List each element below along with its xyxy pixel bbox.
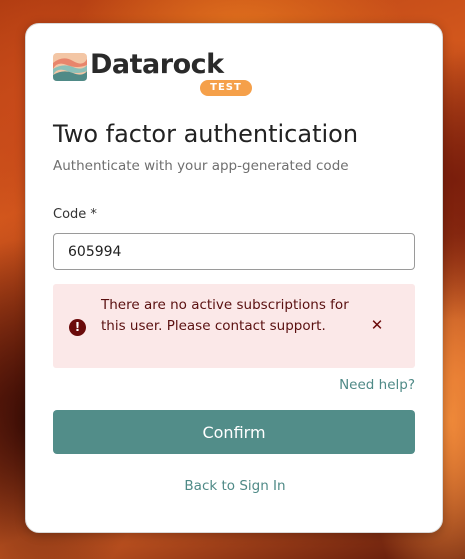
login-card: Datarock TEST Two factor authentication …: [25, 23, 443, 533]
code-input[interactable]: [53, 233, 415, 270]
confirm-button[interactable]: Confirm: [53, 410, 415, 454]
need-help-link[interactable]: Need help?: [339, 377, 415, 393]
page-title: Two factor authentication: [53, 120, 359, 148]
brand-name: Datarock: [90, 49, 224, 80]
error-icon: !: [69, 319, 86, 336]
alert-message: There are no active subscriptions for th…: [101, 297, 349, 334]
page-subtitle: Authenticate with your app-generated cod…: [53, 158, 349, 174]
back-to-sign-in-link[interactable]: Back to Sign In: [26, 478, 444, 494]
error-alert: ! There are no active subscriptions for …: [53, 284, 415, 368]
datarock-logo-icon: [53, 53, 87, 81]
code-label: Code *: [53, 207, 97, 222]
close-icon[interactable]: ✕: [369, 317, 385, 333]
env-badge: TEST: [200, 80, 252, 96]
brand-logo: Datarock TEST: [53, 49, 252, 97]
